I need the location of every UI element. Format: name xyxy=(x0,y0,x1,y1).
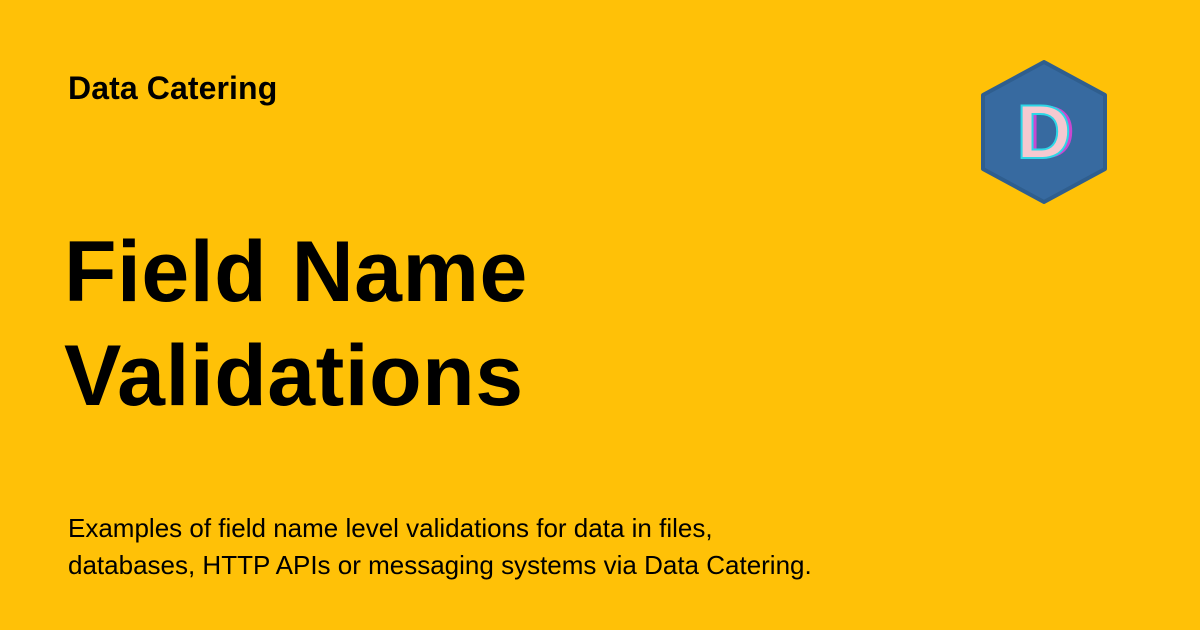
page-title: Field Name Validations xyxy=(64,220,844,428)
hexagon-d-logo-icon: D D xyxy=(978,60,1110,204)
description-line: databases, HTTP APIs or messaging system… xyxy=(68,550,812,580)
page-title-line: Validations xyxy=(64,327,524,424)
page-title-line: Field Name xyxy=(64,223,528,320)
site-name: Data Catering xyxy=(68,70,278,106)
social-card: Data Catering Field Name Validations D D… xyxy=(0,0,1200,630)
logo-letter: D xyxy=(1017,90,1072,175)
description-line: Examples of field name level validations… xyxy=(68,513,713,543)
page-description: Examples of field name level validations… xyxy=(68,510,968,584)
